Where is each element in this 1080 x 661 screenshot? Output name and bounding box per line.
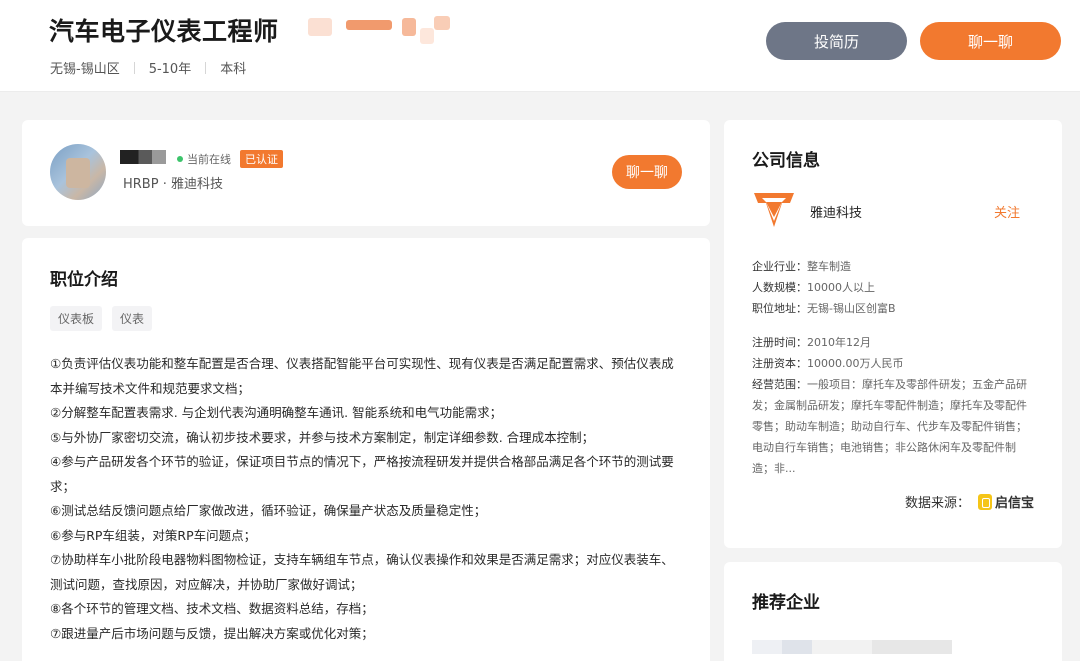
submit-resume-button[interactable]: 投简历 [766,22,907,60]
recommended-title: 推荐企业 [752,593,820,613]
recommended-companies-card: 推荐企业 [724,562,1062,661]
description-line: ⑦跟进量产后市场问题与反馈，提出解决方案或优化对策； [50,625,374,641]
job-description-title: 职位介绍 [50,270,118,290]
recommended-item-blurred[interactable] [752,640,952,654]
company-info-title: 公司信息 [752,151,820,171]
scope-value: 一般项目：摩托车及零部件研发；五金产品研发；金属制品研发；摩托车零配件制造；摩托… [752,378,1027,475]
address-label: 职位地址： [752,302,807,315]
capital-label: 注册资本： [752,357,807,370]
scope-row: 经营范围：一般项目：摩托车及零部件研发；五金产品研发；金属制品研发；摩托车零配件… [752,374,1036,479]
online-dot-icon [177,156,183,162]
meta-divider [133,61,135,74]
company-name[interactable]: 雅迪科技 [810,202,862,221]
follow-button[interactable]: 关注 [994,202,1020,221]
data-source-label: 数据来源： [904,496,970,511]
industry-label: 企业行业： [752,260,807,273]
description-line: ⑥测试总结反馈问题点给厂家做改进，循环验证，确保量产状态及质量稳定性； [50,503,487,518]
job-description-card: 职位介绍 仪表板 仪表 ①负责评估仪表功能和整车配置是否合理、仪表搭配智能平台可… [22,238,710,661]
reg-date-label: 注册时间： [752,336,807,349]
online-status-text: 当前在线 [187,153,231,166]
job-description-text: ①负责评估仪表功能和整车配置是否合理、仪表搭配智能平台可实现性、现有仪表是否满足… [50,352,682,646]
job-header: 汽车电子仪表工程师 无锡-锡山区 5-10年 本科 投简历 聊一聊 [0,0,1080,92]
meta-divider [205,61,207,74]
company-logo-icon[interactable] [752,187,796,231]
description-line: ①负责评估仪表功能和整车配置是否合理、仪表搭配智能平台可实现性、现有仪表是否满足… [50,356,674,396]
size-label: 人数规模： [752,281,807,294]
company-info-card: 公司信息 雅迪科技 关注 企业行业：整车制造 人数规模：10000人以上 职位地… [724,120,1062,548]
description-line: ④参与产品研发各个环节的验证，保证项目节点的情况下，严格按流程研发并提供合格部品… [50,454,674,494]
capital-row: 注册资本：10000.00万人民币 [752,353,1036,374]
address-value: 无锡-锡山区创富B [807,302,896,315]
job-location: 无锡-锡山区 [50,62,120,77]
scope-label: 经营范围： [752,378,807,391]
company-basic-info: 企业行业：整车制造 人数规模：10000人以上 职位地址：无锡-锡山区创富B [752,256,1036,319]
job-tags: 仪表板 仪表 [50,306,153,331]
description-line: ⑤与外协厂家密切交流，确认初步技术要求，并参与技术方案制定，制定详细参数. 合理… [50,429,595,445]
job-meta: 无锡-锡山区 5-10年 本科 [50,58,246,77]
salary-blurred [308,14,453,46]
chat-button[interactable]: 聊一聊 [920,22,1061,60]
verified-badge: 已认证 [240,150,283,168]
recruiter-card: 当前在线 已认证 HRBP · 雅迪科技 聊一聊 [22,120,710,226]
job-experience: 5-10年 [148,62,192,77]
description-line: ②分解整车配置表需求. 与企划代表沟通明确整车通讯. 智能系统和电气功能需求； [50,405,503,420]
size-value: 10000人以上 [807,281,875,294]
recruiter-chat-button[interactable]: 聊一聊 [612,155,682,189]
description-line: ⑧各个环节的管理文档、技术文档、数据资料总结，存档； [50,601,374,616]
recruiter-name-blurred [120,150,166,164]
reg-date-row: 注册时间：2010年12月 [752,332,1036,353]
size-row: 人数规模：10000人以上 [752,277,1036,298]
recruiter-avatar[interactable] [50,144,106,200]
data-source: 数据来源： 启信宝 [905,492,1034,511]
job-title: 汽车电子仪表工程师 [49,17,279,46]
address-row: 职位地址：无锡-锡山区创富B [752,298,1036,319]
reg-date-value: 2010年12月 [807,336,871,349]
industry-value: 整车制造 [807,260,851,273]
recruiter-company: HRBP · 雅迪科技 [123,177,223,192]
capital-value: 10000.00万人民币 [807,357,904,370]
job-education: 本科 [220,62,247,77]
industry-row: 企业行业：整车制造 [752,256,1036,277]
description-line: ⑦协助样车小批阶段电器物料图物检证，支持车辆组车节点，确认仪表操作和效果是否满足… [50,552,674,592]
online-status: 当前在线 [177,151,231,167]
qixinbao-link[interactable]: 启信宝 [977,492,1034,511]
job-tag[interactable]: 仪表 [112,306,153,331]
qixinbao-text: 启信宝 [994,496,1034,511]
description-line: ⑥参与RP车组装，对策RP车问题点； [50,527,257,543]
company-registration-info: 注册时间：2010年12月 注册资本：10000.00万人民币 经营范围：一般项… [752,332,1036,479]
qixinbao-icon [977,493,992,510]
job-tag[interactable]: 仪表板 [50,306,103,331]
